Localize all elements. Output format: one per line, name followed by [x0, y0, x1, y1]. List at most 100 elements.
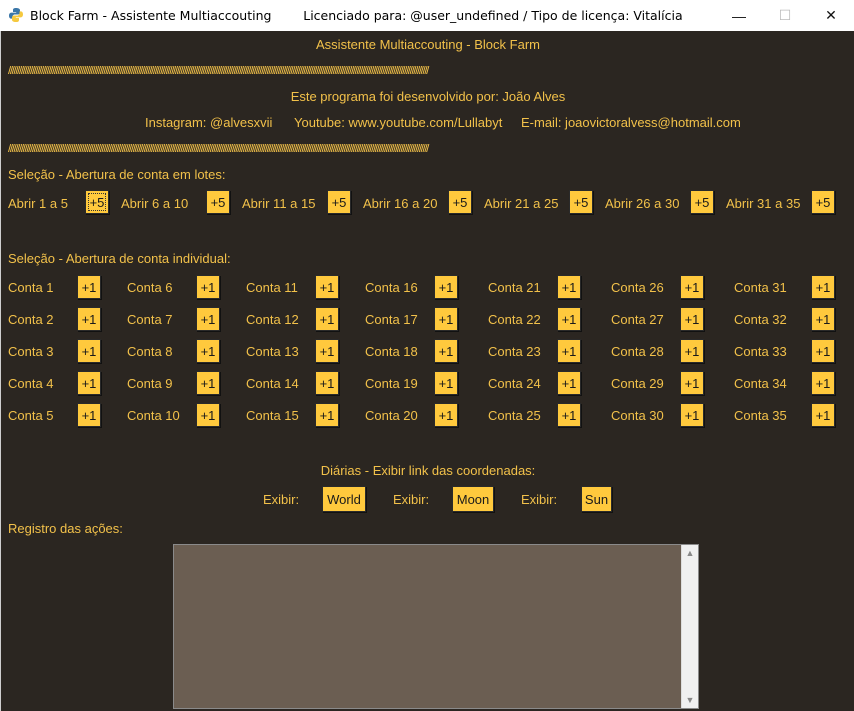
open-account-button[interactable]: +1 — [315, 339, 339, 363]
account-label: Conta 28 — [611, 344, 664, 359]
account-label: Conta 30 — [611, 408, 664, 423]
account-label: Conta 20 — [365, 408, 418, 423]
account-label: Conta 1 — [8, 280, 54, 295]
instagram-contact: Instagram: @alvesxvii — [145, 115, 273, 130]
open-account-button[interactable]: +1 — [315, 403, 339, 427]
open-account-button[interactable]: +1 — [196, 275, 220, 299]
batch-label: Abrir 16 a 20 — [363, 196, 438, 211]
app-heading: Assistente Multiaccouting - Block Farm — [316, 37, 540, 52]
log-textarea[interactable]: ▲ ▼ — [173, 544, 699, 709]
open-account-button[interactable]: +1 — [811, 275, 835, 299]
open-account-button[interactable]: +1 — [196, 403, 220, 427]
open-account-button[interactable]: +1 — [557, 339, 581, 363]
account-label: Conta 6 — [127, 280, 173, 295]
open-account-button[interactable]: +1 — [77, 339, 101, 363]
minimize-button[interactable]: — — [716, 0, 762, 31]
minimize-icon: — — [732, 7, 746, 24]
account-label: Conta 10 — [127, 408, 180, 423]
open-account-button[interactable]: +1 — [434, 371, 458, 395]
open-account-button[interactable]: +1 — [680, 403, 704, 427]
account-label: Conta 27 — [611, 312, 664, 327]
open-account-button[interactable]: +1 — [77, 403, 101, 427]
maximize-icon: ☐ — [778, 7, 792, 23]
open-account-button[interactable]: +1 — [557, 307, 581, 331]
account-label: Conta 12 — [246, 312, 299, 327]
open-account-button[interactable]: +1 — [680, 371, 704, 395]
daily-label: Exibir: — [521, 492, 558, 507]
open-account-button[interactable]: +1 — [680, 275, 704, 299]
open-account-button[interactable]: +1 — [680, 307, 704, 331]
account-label: Conta 23 — [488, 344, 541, 359]
open-account-button[interactable]: +1 — [811, 307, 835, 331]
open-batch-button[interactable]: +5 — [85, 190, 109, 214]
open-batch-button[interactable]: +5 — [327, 190, 351, 214]
scroll-up-icon[interactable]: ▲ — [682, 545, 698, 561]
account-label: Conta 9 — [127, 376, 173, 391]
python-icon — [9, 8, 23, 22]
open-account-button[interactable]: +1 — [434, 403, 458, 427]
open-batch-button[interactable]: +5 — [690, 190, 714, 214]
show-sun-button[interactable]: Sun — [581, 486, 612, 512]
open-account-button[interactable]: +1 — [315, 275, 339, 299]
batch-label: Abrir 31 a 35 — [726, 196, 801, 211]
log-heading: Registro das ações: — [8, 521, 123, 536]
close-button[interactable]: ✕ — [808, 0, 854, 31]
daily-label: Exibir: — [263, 492, 300, 507]
show-world-button[interactable]: World — [322, 486, 366, 512]
open-batch-button[interactable]: +5 — [569, 190, 593, 214]
account-label: Conta 32 — [734, 312, 787, 327]
account-label: Conta 22 — [488, 312, 541, 327]
account-label: Conta 26 — [611, 280, 664, 295]
daily-label: Exibir: — [393, 492, 430, 507]
batch-label: Abrir 26 a 30 — [605, 196, 680, 211]
open-account-button[interactable]: +1 — [77, 307, 101, 331]
maximize-button[interactable]: ☐ — [762, 0, 808, 31]
open-account-button[interactable]: +1 — [557, 275, 581, 299]
open-account-button[interactable]: +1 — [811, 403, 835, 427]
open-account-button[interactable]: +1 — [811, 339, 835, 363]
batch-label: Abrir 1 a 5 — [8, 196, 68, 211]
account-label: Conta 25 — [488, 408, 541, 423]
open-account-button[interactable]: +1 — [557, 371, 581, 395]
open-account-button[interactable]: +1 — [77, 371, 101, 395]
batch-label: Abrir 11 a 15 — [242, 196, 316, 211]
account-label: Conta 29 — [611, 376, 664, 391]
show-moon-button[interactable]: Moon — [452, 486, 494, 512]
open-account-button[interactable]: +1 — [77, 275, 101, 299]
scroll-down-icon[interactable]: ▼ — [682, 692, 698, 708]
open-account-button[interactable]: +1 — [196, 371, 220, 395]
close-icon: ✕ — [825, 7, 837, 23]
account-label: Conta 11 — [246, 280, 298, 295]
account-label: Conta 8 — [127, 344, 173, 359]
open-batch-button[interactable]: +5 — [448, 190, 472, 214]
daily-heading: Diárias - Exibir link das coordenadas: — [320, 463, 536, 478]
batch-label: Abrir 21 a 25 — [484, 196, 559, 211]
separator-bottom: ////////////////////////////////////////… — [8, 144, 429, 153]
account-label: Conta 19 — [365, 376, 418, 391]
account-label: Conta 16 — [365, 280, 418, 295]
log-scrollbar[interactable]: ▲ ▼ — [681, 545, 698, 708]
account-label: Conta 17 — [365, 312, 418, 327]
open-batch-button[interactable]: +5 — [811, 190, 835, 214]
account-label: Conta 15 — [246, 408, 299, 423]
account-label: Conta 34 — [734, 376, 787, 391]
open-account-button[interactable]: +1 — [680, 339, 704, 363]
open-account-button[interactable]: +1 — [315, 307, 339, 331]
account-label: Conta 18 — [365, 344, 418, 359]
separator-top: ////////////////////////////////////////… — [8, 66, 429, 75]
open-account-button[interactable]: +1 — [434, 339, 458, 363]
open-account-button[interactable]: +1 — [434, 275, 458, 299]
account-label: Conta 4 — [8, 376, 54, 391]
open-account-button[interactable]: +1 — [315, 371, 339, 395]
open-account-button[interactable]: +1 — [196, 339, 220, 363]
account-label: Conta 35 — [734, 408, 787, 423]
individual-heading: Seleção - Abertura de conta individual: — [8, 251, 231, 266]
youtube-contact: Youtube: www.youtube.com/Lullabyt — [294, 115, 503, 130]
open-account-button[interactable]: +1 — [811, 371, 835, 395]
open-account-button[interactable]: +1 — [196, 307, 220, 331]
open-account-button[interactable]: +1 — [434, 307, 458, 331]
open-batch-button[interactable]: +5 — [206, 190, 230, 214]
open-account-button[interactable]: +1 — [557, 403, 581, 427]
account-label: Conta 24 — [488, 376, 541, 391]
batch-heading: Seleção - Abertura de conta em lotes: — [8, 167, 226, 182]
